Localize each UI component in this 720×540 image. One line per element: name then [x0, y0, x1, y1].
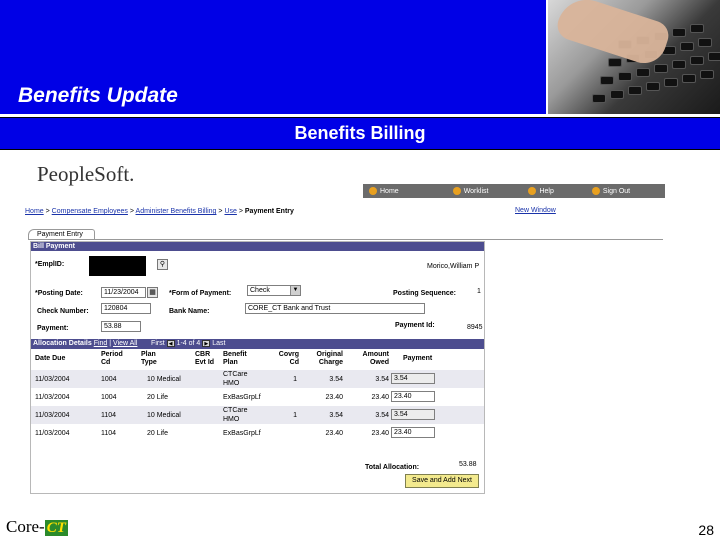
nav-help[interactable]: Help	[528, 187, 554, 195]
new-window-link[interactable]: New Window	[515, 207, 556, 214]
bank-name-input[interactable]: CORE_CT Bank and Trust	[245, 303, 425, 314]
subtitle-band: Benefits Billing	[0, 117, 720, 150]
total-allocation-label: Total Allocation:	[365, 464, 420, 471]
col-cbr-evt-id: CBR Evt Id	[195, 351, 215, 366]
nav-home[interactable]: Home	[369, 187, 399, 195]
check-number-label: Check Number:	[37, 308, 89, 315]
peoplesoft-logo: PeopleSoft.	[37, 162, 135, 186]
col-amount-owed: Amount Owed	[362, 351, 389, 366]
core-ct-logo: Core- CT	[6, 517, 68, 536]
search-lookup-button[interactable]: ⚲	[157, 259, 168, 270]
form-of-payment-label: *Form of Payment:	[169, 290, 232, 297]
posting-sequence-label: Posting Sequence:	[393, 290, 457, 297]
nav-sign-out[interactable]: Sign Out	[591, 187, 630, 195]
employee-name: Morico,William P	[427, 263, 480, 270]
col-original-charge: Original Charge	[316, 351, 343, 366]
breadcrumb: Home > Compensate Employees > Administer…	[25, 208, 294, 215]
payment-input[interactable]: 53.88	[101, 321, 141, 332]
find-link[interactable]: Find	[94, 340, 108, 347]
help-icon	[528, 187, 537, 195]
first-label: First	[151, 340, 165, 347]
prev-arrow-icon[interactable]: ◀	[166, 339, 175, 347]
col-payment: Payment	[403, 355, 433, 362]
next-arrow-icon[interactable]: ▶	[202, 339, 211, 347]
sign-out-icon	[591, 187, 600, 195]
table-row: 11/03/2004 1004 20 Life ExBasGrpLf 23.40…	[31, 388, 484, 406]
breadcrumb-home[interactable]: Home	[25, 208, 44, 215]
allocation-details-bar: Allocation Details Find | View All First…	[31, 339, 484, 349]
table-row: 11/03/2004 1104 20 Life ExBasGrpLf 23.40…	[31, 424, 484, 442]
slide-title: Benefits Update	[18, 84, 178, 107]
nav-worklist[interactable]: Worklist	[452, 187, 488, 195]
col-date-due: Date Due	[35, 355, 66, 362]
last-label: Last	[212, 340, 226, 347]
col-benefit-plan: Benefit Plan	[223, 351, 247, 366]
payment-amount-input[interactable]: 23.40	[391, 427, 435, 438]
payment-amount-input[interactable]: 3.54	[391, 409, 435, 420]
save-and-add-next-button[interactable]: Save and Add Next	[405, 474, 479, 488]
posting-date-label: *Posting Date:	[35, 290, 83, 297]
worklist-icon	[452, 187, 461, 195]
section-title: Bill Payment	[31, 242, 484, 251]
breadcrumb-use[interactable]: Use	[224, 208, 236, 215]
calendar-icon[interactable]: ▦	[147, 287, 158, 298]
emplid-redacted-field[interactable]	[89, 256, 146, 276]
tab-underline	[28, 239, 663, 240]
breadcrumb-current: Payment Entry	[244, 208, 294, 215]
check-number-input[interactable]: 120804	[101, 303, 151, 314]
home-icon	[369, 187, 377, 195]
row-counter: 1-4 of 4	[176, 340, 201, 347]
bank-name-label: Bank Name:	[169, 308, 210, 315]
top-nav-bar: Home Worklist Help Sign Out	[363, 184, 665, 198]
emplid-label: *EmplID:	[35, 261, 65, 268]
col-period-cd: Period Cd	[101, 351, 123, 366]
peoplesoft-screenshot: PeopleSoft. Home Worklist Help Sign Out …	[25, 154, 665, 499]
breadcrumb-compensate[interactable]: Compensate Employees	[52, 208, 128, 215]
posting-date-input[interactable]: 11/23/2004	[101, 287, 146, 298]
chevron-down-icon: ▼	[290, 286, 300, 295]
total-allocation-value: 53.88	[459, 461, 477, 468]
slide-subtitle: Benefits Billing	[294, 123, 426, 143]
table-row: 11/03/2004 1004 10 Medical CTCare HMO 1 …	[31, 370, 484, 388]
posting-sequence-value: 1	[477, 288, 481, 295]
form-of-payment-select[interactable]: Check ▼	[247, 285, 301, 296]
payment-id-value: 8945	[467, 324, 483, 331]
allocation-title: Allocation Details	[33, 340, 92, 347]
table-row: 11/03/2004 1104 10 Medical CTCare HMO 1 …	[31, 406, 484, 424]
bill-payment-form: Bill Payment *EmplID: ⚲ Morico,William P…	[30, 241, 485, 494]
col-covrg-cd: Covrg Cd	[278, 351, 299, 366]
keyboard-photo	[546, 0, 720, 115]
payment-label: Payment:	[37, 325, 69, 332]
view-all-link[interactable]: View All	[113, 340, 137, 347]
payment-amount-input[interactable]: 3.54	[391, 373, 435, 384]
breadcrumb-administer[interactable]: Administer Benefits Billing	[136, 208, 217, 215]
col-plan-type: Plan Type	[141, 351, 157, 366]
payment-id-label: Payment Id:	[395, 322, 435, 329]
payment-amount-input[interactable]: 23.40	[391, 391, 435, 402]
page-number: 28	[698, 522, 714, 538]
